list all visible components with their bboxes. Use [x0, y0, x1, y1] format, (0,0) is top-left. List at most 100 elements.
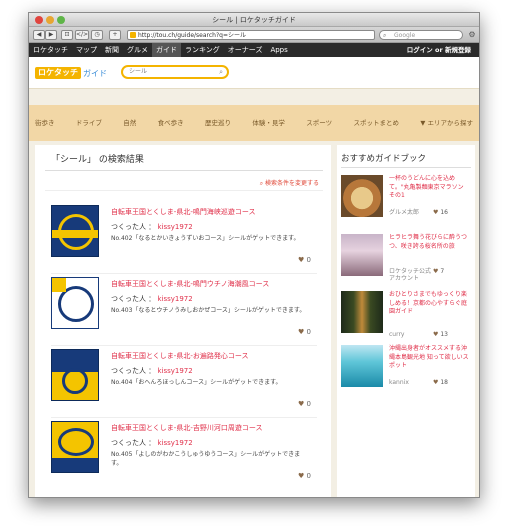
guidebook-author[interactable]: kannix	[389, 379, 431, 386]
site-top-nav: ロケタッチ マップ 新聞 グルメ ガイド ランキング オーナーズ Apps ログ…	[29, 43, 479, 57]
result-title-link[interactable]: 自転車王国とくしま-県北-お遍路発心コース	[111, 351, 249, 361]
guidebook-like-count: ♥ 7	[433, 268, 444, 275]
category-spot-summary[interactable]: スポットまとめ	[354, 117, 400, 127]
category-by-area[interactable]: ▼ エリアから探す	[420, 117, 473, 127]
category-experience[interactable]: 体験・見学	[252, 117, 285, 127]
guidebook-like-count: ♥ 18	[433, 379, 448, 386]
forward-button[interactable]: ▶	[45, 30, 57, 40]
sticker-thumbnail[interactable]	[51, 205, 99, 257]
history-icon[interactable]: ◷	[91, 30, 103, 40]
like-count[interactable]: ♥ 0	[298, 400, 311, 408]
nav-item-owners[interactable]: オーナーズ	[224, 43, 267, 57]
google-search-placeholder: Google	[394, 32, 416, 39]
result-description: No.404「おへんろほっしんコース」シールがゲットできます。	[111, 379, 282, 386]
guidebook-like-count: ♥ 13	[433, 331, 448, 338]
guidebook-author[interactable]: ロケタッチ公式アカウント	[389, 268, 431, 282]
guidebook-item[interactable]: 一杯のうどんに心を込めて。"丸亀製麺東京マラソン その1 グルメ太郎 ♥ 16	[341, 175, 473, 229]
category-walking[interactable]: 街歩き	[35, 117, 55, 127]
site-search-value: シール	[129, 68, 148, 75]
author-link[interactable]: kissy1972	[157, 367, 192, 375]
nav-item-map[interactable]: マップ	[72, 43, 101, 57]
guidebook-title-link[interactable]: ヒラヒラ舞う花びらに酔うつつ、咲き誇る桜名所の旅	[389, 234, 471, 251]
gear-icon[interactable]: ⚙	[467, 30, 477, 40]
result-title-link[interactable]: 自転車王国とくしま-県北-鳴門海峡巡遊コース	[111, 207, 256, 217]
author-link[interactable]: kissy1972	[157, 439, 192, 447]
divider	[51, 417, 317, 418]
search-icon: ⌕	[383, 32, 387, 39]
google-search-input[interactable]: ⌕ Google	[379, 30, 463, 40]
like-count-value: 0	[306, 400, 311, 408]
category-food[interactable]: 食べ歩き	[158, 117, 184, 127]
guidebook-thumbnail[interactable]	[341, 234, 383, 276]
sidebar-title: おすすめガイドブック	[341, 154, 427, 164]
heart-icon: ♥	[298, 472, 305, 480]
address-bar[interactable]: http://tou.ch/guide/search?q=シール	[127, 30, 375, 40]
like-count[interactable]: ♥ 0	[298, 256, 311, 264]
category-nav: 街歩き ドライブ 自然 食べ歩き 歴史巡り 体験・見学 スポーツ スポットまとめ…	[29, 105, 479, 141]
heart-icon: ♥	[433, 209, 439, 216]
category-nature[interactable]: 自然	[123, 117, 136, 127]
guidebook-like-value: 18	[440, 379, 448, 386]
divider	[51, 345, 317, 346]
guidebook-title-link[interactable]: 一杯のうどんに心を込めて。"丸亀製麺東京マラソン その1	[389, 175, 471, 201]
guidebook-title-link[interactable]: おひとりさまでもゆっくり楽しめる！京都の心やすらぐ庭園ガイド	[389, 291, 471, 317]
guidebook-author[interactable]: グルメ太郎	[389, 209, 431, 216]
address-url: http://tou.ch/guide/search?q=シール	[138, 32, 246, 39]
browser-window: シール | ロケタッチガイド ◀ ▶ ⊡ </> ◷ + http://tou.…	[28, 12, 480, 498]
author-link[interactable]: kissy1972	[157, 295, 192, 303]
guidebook-author[interactable]: curry	[389, 331, 431, 338]
like-count[interactable]: ♥ 0	[298, 328, 311, 336]
nav-item-gourmet[interactable]: グルメ	[123, 43, 152, 57]
bookmarks-icon[interactable]: ⊡	[61, 30, 73, 40]
author-link[interactable]: kissy1972	[157, 223, 192, 231]
heart-icon: ♥	[433, 331, 439, 338]
guidebook-thumbnail[interactable]	[341, 291, 383, 333]
search-icon[interactable]: ⌕	[219, 67, 223, 77]
back-button[interactable]: ◀	[33, 30, 45, 40]
add-bookmark-button[interactable]: +	[109, 30, 121, 40]
guidebook-thumbnail[interactable]	[341, 175, 383, 217]
login-link[interactable]: ログイン or 新規登録	[407, 43, 471, 57]
nav-item-ranking[interactable]: ランキング	[181, 43, 224, 57]
favicon-icon	[130, 32, 136, 38]
nav-item-apps[interactable]: Apps	[266, 43, 291, 57]
nav-item-news[interactable]: 新聞	[101, 43, 123, 57]
guidebook-thumbnail[interactable]	[341, 345, 383, 387]
site-search-input[interactable]: シール ⌕	[121, 65, 229, 79]
category-drive[interactable]: ドライブ	[76, 117, 102, 127]
window-title: シール | ロケタッチガイド	[212, 16, 296, 24]
like-count-value: 0	[306, 328, 311, 336]
result-card[interactable]: 自転車王国とくしま-県北-吉野川河口周遊コース つくった人 ： kissy197…	[51, 421, 323, 493]
result-card[interactable]: 自転車王国とくしま-県北-お遍路発心コース つくった人 ： kissy1972 …	[51, 349, 323, 421]
browser-toolbar: ◀ ▶ ⊡ </> ◷ + http://tou.ch/guide/search…	[29, 27, 479, 43]
source-icon[interactable]: </>	[75, 30, 89, 40]
guidebook-item[interactable]: おひとりさまでもゆっくり楽しめる！京都の心やすらぐ庭園ガイド curry ♥ 1…	[341, 291, 473, 345]
change-search-condition-link[interactable]: ⌕ 検索条件を変更する	[260, 178, 319, 188]
guidebook-like-count: ♥ 16	[433, 209, 448, 216]
category-history[interactable]: 歴史巡り	[205, 117, 231, 127]
guidebook-item[interactable]: ヒラヒラ舞う花びらに酔うつつ、咲き誇る桜名所の旅 ロケタッチ公式アカウント ♥ …	[341, 234, 473, 288]
sticker-thumbnail[interactable]	[51, 349, 99, 401]
result-description: No.402「なるとかいきょうずいおコース」シールがゲットできます。	[111, 235, 300, 242]
guidebook-item[interactable]: 沖縄出身者がオススメする沖縄本島観光地 知って欲しいスポット kannix ♥ …	[341, 345, 473, 399]
category-sports[interactable]: スポーツ	[306, 117, 332, 127]
nav-item-guide[interactable]: ガイド	[152, 43, 181, 57]
guidebook-like-value: 7	[440, 268, 445, 275]
logo-sub: ガイド	[83, 68, 107, 78]
nav-item-locatouch[interactable]: ロケタッチ	[29, 43, 72, 57]
author-label: つくった人 ：	[111, 367, 156, 375]
sticker-thumbnail[interactable]	[51, 421, 99, 473]
result-title-link[interactable]: 自転車王国とくしま-県北-鳴門ウチノ海潮風コース	[111, 279, 269, 289]
result-title-link[interactable]: 自転車王国とくしま-県北-吉野川河口周遊コース	[111, 423, 263, 433]
logo-text: ロケタッチ	[35, 67, 81, 79]
result-author: つくった人 ： kissy1972	[111, 294, 193, 304]
result-author: つくった人 ： kissy1972	[111, 366, 193, 376]
guidebook-title-link[interactable]: 沖縄出身者がオススメする沖縄本島観光地 知って欲しいスポット	[389, 345, 471, 371]
result-card[interactable]: 自転車王国とくしま-県北-鳴門ウチノ海潮風コース つくった人 ： kissy19…	[51, 277, 323, 349]
site-logo[interactable]: ロケタッチ ガイド	[35, 67, 107, 79]
result-card[interactable]: 自転車王国とくしま-県北-鳴門海峡巡遊コース つくった人 ： kissy1972…	[51, 205, 323, 277]
guidebook-like-value: 13	[440, 331, 448, 338]
like-count[interactable]: ♥ 0	[298, 472, 311, 480]
guidebook-like-value: 16	[440, 209, 448, 216]
sticker-thumbnail[interactable]	[51, 277, 99, 329]
